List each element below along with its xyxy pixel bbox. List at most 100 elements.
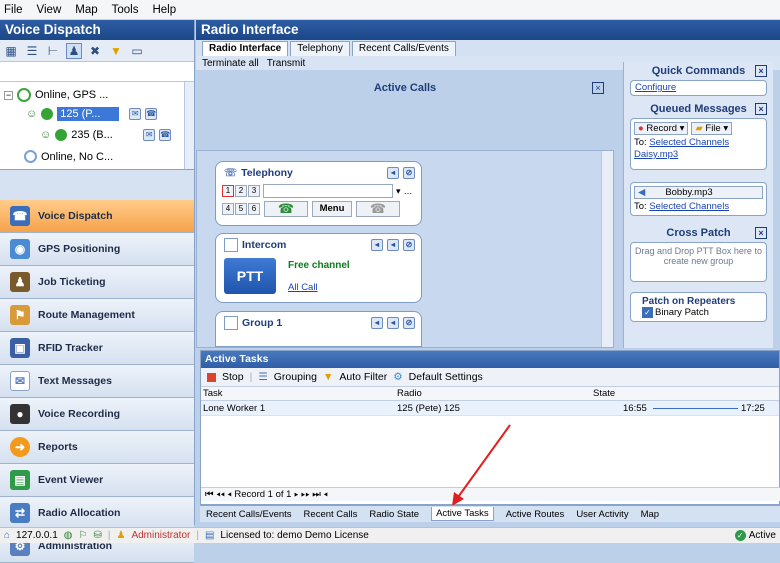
- tree-group-online-gps[interactable]: − Online, GPS ...: [4, 88, 108, 102]
- col-state[interactable]: State: [593, 388, 615, 399]
- nav-voice-recording[interactable]: ● Voice Recording: [0, 398, 194, 431]
- close-quick-commands-icon[interactable]: ×: [755, 65, 767, 77]
- nav-text-messages[interactable]: ✉ Text Messages: [0, 365, 194, 398]
- nav-event-viewer[interactable]: ▤ Event Viewer: [0, 464, 194, 497]
- nav-voice-dispatch[interactable]: ☎ Voice Dispatch: [0, 200, 194, 233]
- tab-radio-interface[interactable]: Radio Interface: [202, 41, 289, 56]
- tree-icon[interactable]: ⊢: [45, 43, 61, 59]
- nav-rfid-tracker[interactable]: ▣ RFID Tracker: [0, 332, 194, 365]
- key-5[interactable]: 5: [235, 203, 247, 215]
- dial-number-input[interactable]: [263, 184, 393, 198]
- tab-active-routes[interactable]: Active Routes: [506, 509, 565, 520]
- cross-patch-title: Cross Patch: [666, 227, 731, 239]
- nav-reports[interactable]: ➜ Reports: [0, 431, 194, 464]
- pager-nav-icons[interactable]: ⏮ ◂◂ ◂: [205, 489, 234, 500]
- file-button[interactable]: ▰ File ▾: [691, 122, 733, 135]
- drag-hint: Drag and Drop PTT Box here to create new…: [635, 246, 762, 266]
- group1-checkbox[interactable]: [224, 316, 238, 330]
- col-radio[interactable]: Radio: [397, 388, 422, 399]
- tab-map[interactable]: Map: [641, 509, 659, 520]
- tree-radio-235[interactable]: ☺ 235 (B... ✉ ☎: [40, 129, 172, 141]
- message-icon[interactable]: ✉: [143, 129, 156, 141]
- menu-file[interactable]: File: [4, 4, 23, 16]
- message-icon[interactable]: ✉: [129, 108, 142, 120]
- record-button[interactable]: ● Record ▾: [634, 122, 689, 135]
- hangup-button[interactable]: ☎: [356, 201, 400, 217]
- speaker-icon[interactable]: ◂: [371, 239, 383, 251]
- menu-button[interactable]: Menu: [312, 201, 352, 217]
- tab-recent-calls-events[interactable]: Recent Calls/Events: [206, 509, 292, 520]
- bobby-play-button[interactable]: ◀ Bobby.mp3: [634, 186, 763, 199]
- key-3[interactable]: 3: [248, 185, 260, 197]
- menu-bar: File View Map Tools Help: [0, 0, 780, 20]
- left-search-field[interactable]: [0, 62, 194, 82]
- current-user[interactable]: Administrator: [131, 530, 190, 541]
- tab-recent-calls-events[interactable]: Recent Calls/Events: [351, 41, 456, 56]
- transmit-button[interactable]: Transmit: [267, 58, 306, 69]
- tree-radio-125[interactable]: ☺ 125 (P... ✉ ☎: [26, 107, 158, 121]
- volume-icon[interactable]: ◂: [387, 317, 399, 329]
- tab-active-tasks[interactable]: Active Tasks: [431, 507, 494, 521]
- nav-gps-positioning[interactable]: ◉ GPS Positioning: [0, 233, 194, 266]
- ptt-area-scrollbar[interactable]: [601, 151, 613, 347]
- window-icon[interactable]: ▭: [129, 43, 145, 59]
- selected-channels-link[interactable]: Selected Channels: [649, 201, 729, 212]
- nav-job-ticketing[interactable]: ♟ Job Ticketing: [0, 266, 194, 299]
- users-icon[interactable]: ♟: [66, 42, 82, 59]
- answer-call-button[interactable]: ☎: [264, 201, 308, 217]
- grouping-button[interactable]: Grouping: [274, 371, 317, 383]
- menu-map[interactable]: Map: [75, 4, 97, 16]
- menu-view[interactable]: View: [37, 4, 62, 16]
- key-6[interactable]: 6: [248, 203, 260, 215]
- key-4[interactable]: 4: [222, 203, 234, 215]
- configure-link[interactable]: Configure: [635, 82, 676, 93]
- call-icon[interactable]: ☎: [145, 108, 158, 120]
- dropdown-icon[interactable]: ▾: [396, 186, 401, 197]
- pager-nav-icons-right[interactable]: ▸ ▸▸ ⏭ ◂: [291, 489, 328, 500]
- speaker-icon[interactable]: ◂: [371, 317, 383, 329]
- close-active-calls-icon[interactable]: ×: [592, 82, 604, 94]
- grid-icon[interactable]: ▦: [3, 43, 19, 59]
- call-icon[interactable]: ☎: [159, 129, 172, 141]
- more-icon[interactable]: …: [404, 186, 413, 196]
- all-call-link[interactable]: All Call: [288, 282, 318, 293]
- mute-icon[interactable]: ⊘: [403, 317, 415, 329]
- nav-radio-allocation[interactable]: ⇄ Radio Allocation: [0, 497, 194, 530]
- auto-filter-button[interactable]: Auto Filter: [339, 371, 387, 383]
- intercom-checkbox[interactable]: [224, 238, 238, 252]
- daisy-file-link[interactable]: Daisy.mp3: [634, 149, 763, 160]
- dial-row: 1 2 3 ▾ …: [216, 184, 421, 198]
- menu-help[interactable]: Help: [152, 4, 176, 16]
- tab-telephony[interactable]: Telephony: [290, 41, 350, 56]
- ptt-button[interactable]: PTT: [224, 258, 276, 294]
- default-settings-button[interactable]: Default Settings: [409, 371, 483, 383]
- tab-radio-state[interactable]: Radio State: [369, 509, 419, 520]
- binary-patch-checkbox[interactable]: ✓: [642, 307, 653, 318]
- volume-icon[interactable]: ◂: [387, 239, 399, 251]
- menu-tools[interactable]: Tools: [112, 4, 139, 16]
- mute-icon[interactable]: ⊘: [403, 167, 415, 179]
- close-cross-patch-icon[interactable]: ×: [755, 227, 767, 239]
- nav-route-management[interactable]: ⚑ Route Management: [0, 299, 194, 332]
- stop-button[interactable]: Stop: [222, 371, 244, 383]
- key-2[interactable]: 2: [235, 185, 247, 197]
- table-row[interactable]: Lone Worker 1 125 (Pete) 125 16:55 17:25: [201, 401, 779, 416]
- nav-label: RFID Tracker: [38, 342, 103, 354]
- tree-scrollbar[interactable]: [184, 82, 194, 169]
- key-1[interactable]: 1: [222, 185, 234, 197]
- tab-user-activity[interactable]: User Activity: [576, 509, 628, 520]
- selected-channels-link[interactable]: Selected Channels: [649, 137, 729, 148]
- tools-icon[interactable]: ✖: [87, 43, 103, 59]
- tab-recent-calls[interactable]: Recent Calls: [304, 509, 358, 520]
- filter-icon[interactable]: ▼: [108, 43, 124, 59]
- active-tasks-title: Active Tasks: [201, 351, 779, 368]
- col-task[interactable]: Task: [203, 388, 223, 399]
- list-icon[interactable]: ☰: [24, 43, 40, 59]
- cross-patch-dropzone[interactable]: Drag and Drop PTT Box here to create new…: [630, 242, 767, 282]
- terminate-all-button[interactable]: Terminate all: [202, 58, 259, 69]
- collapse-icon[interactable]: −: [4, 90, 13, 100]
- volume-icon[interactable]: ◂: [387, 167, 399, 179]
- mute-icon[interactable]: ⊘: [403, 239, 415, 251]
- tree-group-online-no[interactable]: Online, No C...: [24, 150, 113, 163]
- close-queued-messages-icon[interactable]: ×: [755, 103, 767, 115]
